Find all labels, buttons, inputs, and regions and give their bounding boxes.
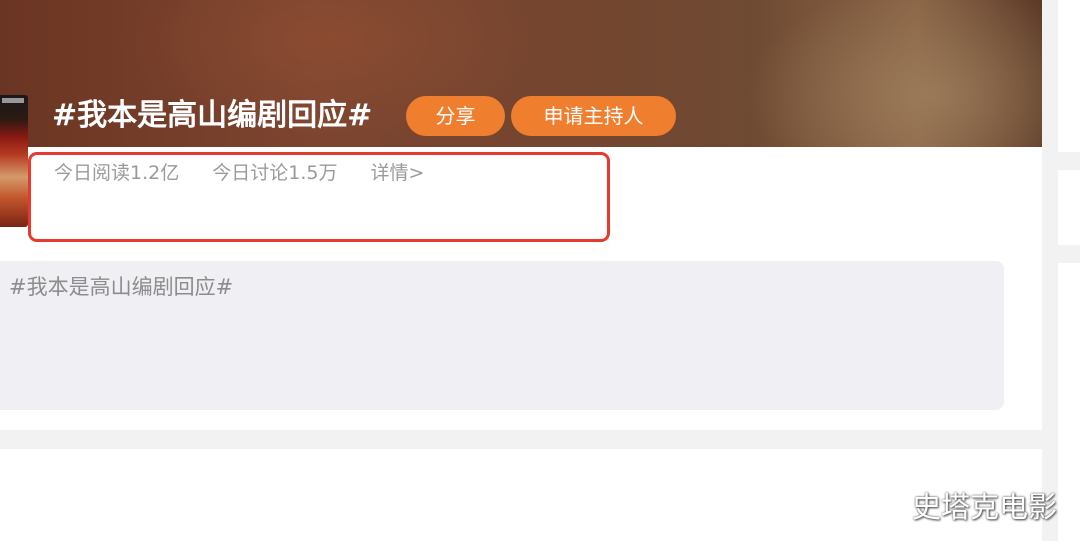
- feed-card: [0, 449, 1042, 541]
- sidebar-card: [1058, 263, 1080, 541]
- watermark-text: 史塔克电影: [912, 490, 1058, 524]
- sidebar-card: [1058, 170, 1080, 245]
- stats-highlight-box: [28, 152, 610, 242]
- topic-poster-thumbnail[interactable]: [0, 95, 28, 227]
- topic-title: #我本是高山编剧回应#: [52, 98, 373, 133]
- apply-host-button[interactable]: 申请主持人: [511, 96, 676, 136]
- share-button[interactable]: 分享: [406, 96, 505, 136]
- sidebar-card: [1058, 0, 1080, 152]
- composer-text: #我本是高山编剧回应#: [9, 275, 234, 299]
- poster-tag: [2, 98, 24, 103]
